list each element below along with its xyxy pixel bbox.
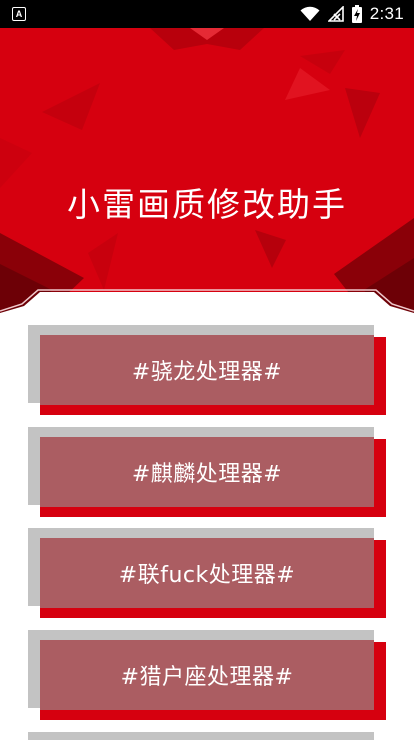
option-button-snapdragon[interactable]: #骁龙处理器# — [40, 335, 374, 405]
app-badge-letter: A — [15, 8, 23, 19]
battery-charging-icon — [351, 5, 362, 23]
signal-icon — [327, 6, 344, 22]
status-icons: 2:31 — [300, 4, 404, 24]
option-button-mediatek[interactable]: #联fuck处理器# — [40, 538, 374, 608]
status-bar: A 2:31 — [0, 0, 414, 28]
app-title: 小雷画质修改助手 — [67, 185, 347, 224]
option-button-exynos[interactable]: #猎户座处理器# — [40, 640, 374, 710]
option-card-kirin[interactable]: #麒麟处理器# — [28, 427, 386, 519]
option-card-snapdragon[interactable]: #骁龙处理器# — [28, 325, 386, 417]
option-card-partial[interactable] — [28, 732, 374, 740]
wifi-icon — [300, 6, 320, 21]
clock: 2:31 — [369, 4, 404, 23]
option-card-exynos[interactable]: #猎户座处理器# — [28, 630, 386, 722]
option-card-mediatek[interactable]: #联fuck处理器# — [28, 528, 386, 620]
processor-option-list: #骁龙处理器# #麒麟处理器# #联fuck处理器# #猎户座处理器# — [0, 320, 414, 740]
app-notification-icon: A — [12, 7, 26, 21]
option-button-kirin[interactable]: #麒麟处理器# — [40, 437, 374, 507]
header-banner: 小雷画质修改助手 — [0, 28, 414, 320]
